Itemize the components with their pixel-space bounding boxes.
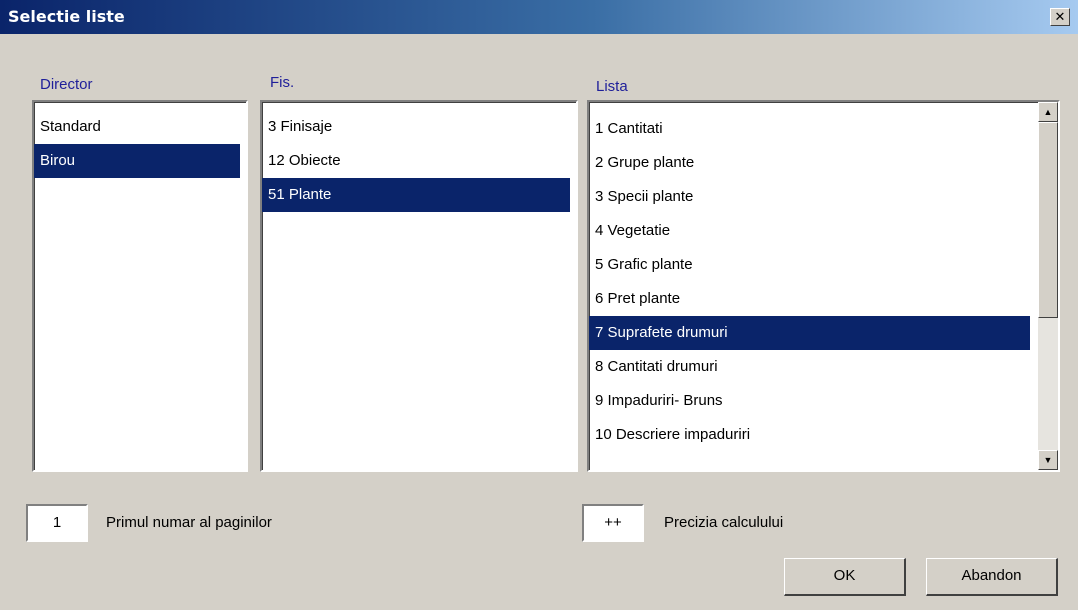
lista-list-item[interactable]: 1 Cantitati — [589, 112, 1030, 146]
director-list-item[interactable]: Birou — [34, 144, 240, 178]
precision-label: Precizia calculului — [664, 514, 784, 531]
fis-list-item[interactable]: 12 Obiecte — [262, 144, 570, 178]
lista-label: Lista — [596, 78, 628, 95]
abandon-button[interactable]: Abandon — [926, 558, 1058, 596]
director-listbox[interactable]: Standard Birou — [32, 100, 248, 472]
fis-list-item[interactable]: 51 Plante — [262, 178, 570, 212]
page-start-label: Primul numar al paginilor — [106, 514, 272, 531]
lista-list-item[interactable]: 5 Grafic plante — [589, 248, 1030, 282]
lista-listbox[interactable]: 1 Cantitati 2 Grupe plante 3 Specii plante… — [587, 100, 1060, 472]
fis-listbox[interactable]: 3 Finisaje 12 Obiecte 51 Plante — [260, 100, 578, 472]
ok-button[interactable]: OK — [784, 558, 906, 596]
lista-list-item[interactable]: 9 Impaduriri- Bruns — [589, 384, 1030, 418]
triangle-up-icon: ▲ — [1043, 107, 1053, 117]
fis-label: Fis. — [270, 74, 295, 91]
close-icon: ✕ — [1054, 9, 1066, 24]
scroll-up-button[interactable]: ▲ — [1038, 102, 1058, 122]
lista-scrollbar[interactable]: ▲ ▼ — [1038, 102, 1058, 470]
lista-list-item[interactable]: 2 Grupe plante — [589, 146, 1030, 180]
lista-list-item[interactable]: 6 Pret plante — [589, 282, 1030, 316]
fis-list-item[interactable]: 3 Finisaje — [262, 110, 570, 144]
scroll-down-button[interactable]: ▼ — [1038, 450, 1058, 470]
page-start-input[interactable]: 1 — [26, 504, 88, 542]
precision-input[interactable]: ++ — [582, 504, 644, 542]
director-label: Director — [40, 76, 93, 93]
scroll-thumb[interactable] — [1038, 122, 1058, 318]
lista-list-item[interactable]: 7 Suprafete drumuri — [589, 316, 1030, 350]
lista-list-item[interactable]: 4 Vegetatie — [589, 214, 1030, 248]
lista-list-item[interactable]: 3 Specii plante — [589, 180, 1030, 214]
director-list-item[interactable]: Standard — [34, 110, 240, 144]
triangle-down-icon: ▼ — [1043, 455, 1053, 465]
lista-list-item[interactable]: 8 Cantitati drumuri — [589, 350, 1030, 384]
window-title: Selectie liste — [8, 7, 125, 26]
lista-list-item[interactable]: 10 Descriere impaduriri — [589, 418, 1030, 452]
close-button[interactable]: ✕ — [1050, 8, 1070, 26]
title-bar[interactable]: Selectie liste ✕ — [0, 0, 1078, 34]
